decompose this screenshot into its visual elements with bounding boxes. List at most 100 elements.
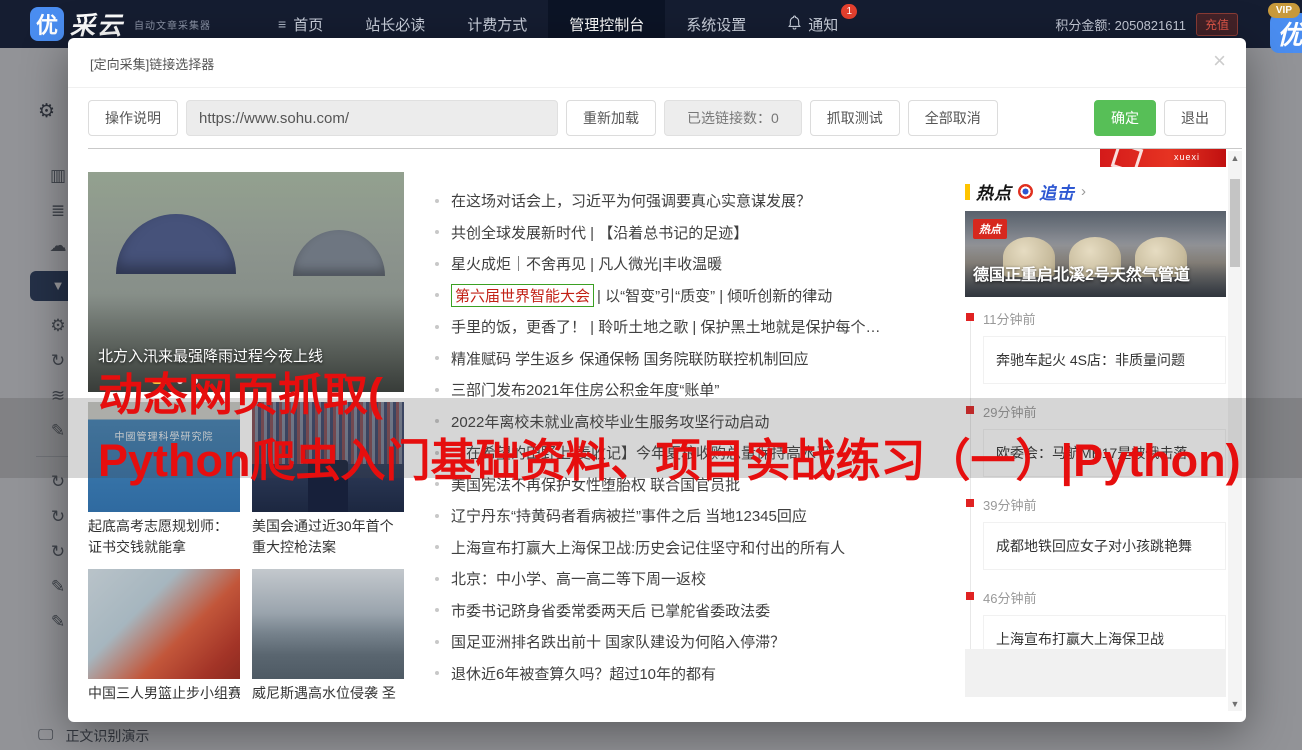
news-item-text: 精准赋码 学生返乡 保通保畅 国务院联防联控机制回应	[451, 350, 809, 368]
hot-header[interactable]: 热点 追击 ›	[965, 179, 1086, 204]
sidebar-footer	[965, 649, 1226, 697]
timeline-title[interactable]: 奔驰车起火 4S店：非质量问题	[983, 336, 1226, 384]
vip-logo-icon[interactable]: 优	[1270, 13, 1302, 53]
bullet-icon	[435, 419, 439, 424]
timeline-dot	[966, 592, 974, 600]
news-column: 在这场对话会上，习近平为何强调要真心实意谋发展？ 共创全球发展新时代 | 【沿着总…	[435, 149, 950, 689]
grab-test-button[interactable]: 抓取测试	[809, 100, 900, 136]
bullet-icon	[435, 482, 439, 487]
news-item-text: 共创全球发展新时代 | 【沿着总书记的足迹】	[451, 224, 749, 242]
news-item[interactable]: 退休近6年被查算久吗？超过10年的都有	[435, 658, 950, 690]
bullet-icon	[435, 387, 439, 392]
vip-badge: VIP	[1267, 3, 1300, 18]
modal-title: [定向采集]链接选择器	[68, 38, 1246, 88]
timeline-dot	[966, 499, 974, 507]
page-scrollbar[interactable]: ▲ ▼	[1228, 151, 1242, 711]
help-button[interactable]: 操作说明	[88, 100, 178, 136]
banner-text: xuexi	[1173, 152, 1200, 162]
yellow-bar	[965, 183, 970, 200]
news-item-text: 2022年离校未就业高校毕业生服务攻坚行动启动	[451, 413, 770, 431]
timeline-dot	[966, 406, 974, 414]
carousel-dot[interactable]	[177, 378, 183, 384]
news-item[interactable]: 在这场对话会上，习近平为何强调要真心实意谋发展？	[435, 185, 950, 217]
news-item[interactable]: 第六届世界智能大会 | 以“智变”引“质变” | 倾听创新的律动	[435, 280, 950, 312]
exit-button[interactable]: 退出	[1164, 100, 1226, 136]
news-item[interactable]: 三部门发布2021年住房公积金年度“账单”	[435, 374, 950, 406]
bullet-icon	[435, 261, 439, 266]
carousel-dot-active[interactable]	[152, 378, 168, 384]
promo-banner[interactable]: xuexi	[1100, 149, 1226, 167]
bullet-icon	[435, 671, 439, 676]
news-item[interactable]: 北京：中小学、高一高二等下周一返校	[435, 563, 950, 595]
news-item-text: 美国宪法不再保护女性堕胎权 联合国官员批	[451, 476, 741, 494]
timeline-time: 39分钟前	[983, 498, 1037, 513]
news-item-text: 【在希望的田野上·麦收记】今年夏粮收购总量保持高水平	[451, 445, 831, 463]
timeline-title[interactable]: 成都地铁回应女子对小孩跳艳舞	[983, 522, 1226, 570]
reload-button[interactable]: 重新加载	[566, 100, 656, 136]
timeline-time: 29分钟前	[983, 405, 1037, 420]
news-item[interactable]: 精准赋码 学生返乡 保通保畅 国务院联防联控机制回应	[435, 343, 950, 375]
scroll-down-icon[interactable]: ▼	[1228, 699, 1242, 709]
news-item-text: 辽宁丹东“持黄码者看病被拦”事件之后 当地12345回应	[451, 508, 807, 526]
news-item[interactable]: 上海宣布打赢大上海保卫战:历史会记住坚守和付出的所有人	[435, 532, 950, 564]
target-icon	[1018, 184, 1033, 199]
nav-right: 积分金额: 2050821611 充值	[1055, 12, 1238, 36]
timeline-title[interactable]: 欧委会：马航MH17是被俄击落	[983, 429, 1226, 477]
thumb-image-venice[interactable]	[252, 569, 404, 679]
close-icon[interactable]: ×	[1213, 50, 1226, 72]
thumb-image-biden[interactable]	[252, 402, 404, 512]
bullet-icon	[435, 293, 439, 298]
carousel-dot[interactable]	[192, 378, 198, 384]
news-item[interactable]: 辽宁丹东“持黄码者看病被拦”事件之后 当地12345回应	[435, 500, 950, 532]
recharge-button[interactable]: 充值	[1195, 12, 1238, 36]
cancel-all-button[interactable]: 全部取消	[907, 100, 998, 136]
timeline-entry: 39分钟前成都地铁回应女子对小孩跳艳舞	[965, 495, 1226, 570]
carousel-caption[interactable]: 北方入汛来最强降雨过程今夜上线	[88, 345, 404, 366]
app-logo-icon: 优	[30, 7, 64, 41]
thumb-row-1: 中國管理科學研究院	[88, 402, 404, 512]
selected-link[interactable]: 第六届世界智能大会	[451, 283, 595, 307]
hot-timeline: 11分钟前 奔驰车起火 4S店：非质量问题 29分钟前 欧委会：马航MH17是被俄击落…	[965, 309, 1226, 681]
thumb-caption[interactable]: 起底高考志愿规划师：证书交钱就能拿	[88, 516, 240, 558]
thumb-caption[interactable]: 中国三人男篮止步小组赛	[88, 683, 240, 704]
vip-corner[interactable]: 优 VIP	[1267, 3, 1302, 53]
news-item[interactable]: 美国宪法不再保护女性堕胎权 联合国官员批	[435, 469, 950, 501]
news-item-text: 退休近6年被查算久吗？超过10年的都有	[451, 665, 717, 683]
news-item-text: | 以“智变”引“质变” | 倾听创新的律动	[597, 287, 833, 305]
nav-item-label: 管理控制台	[569, 16, 645, 34]
sign-text: 中國管理科學研究院	[114, 432, 214, 443]
nav-item-label: 首页	[293, 16, 324, 34]
thumb-caption[interactable]: 威尼斯遇高水位侵袭 圣	[252, 683, 404, 704]
news-item[interactable]: 国足亚洲排名跌出前十 国家队建设为何陷入停滞？	[435, 626, 950, 658]
scroll-up-icon[interactable]: ▲	[1228, 153, 1242, 163]
news-item[interactable]: 手里的饭，更香了！ | 聆听土地之歌 | 保护黑土地就是保护每个…	[435, 311, 950, 343]
bullet-icon	[435, 324, 439, 329]
scrollbar-thumb[interactable]	[1230, 179, 1240, 267]
news-item[interactable]: 市委书记跻身省委常委两天后 已掌舵省委政法委	[435, 595, 950, 627]
banner-deco	[1110, 149, 1144, 167]
url-input[interactable]	[186, 100, 558, 136]
bullet-icon	[435, 639, 439, 644]
thumb-image-china-academy[interactable]: 中國管理科學研究院	[88, 402, 240, 512]
app-tagline: 自动文章采集器	[134, 20, 212, 32]
news-item[interactable]: 【在希望的田野上·麦收记】今年夏粮收购总量保持高水平	[435, 437, 950, 469]
chevron-right-icon[interactable]: ›	[1081, 183, 1086, 200]
hot-headline[interactable]: 德国正重启北溪2号天然气管道	[973, 261, 1190, 285]
modal-toolbar: 操作说明 重新加载 已选链接数：0 抓取测试 全部取消 确定 退出	[68, 88, 1246, 144]
umbrella-shape	[116, 214, 236, 274]
confirm-button[interactable]: 确定	[1094, 100, 1156, 136]
bullet-icon	[435, 356, 439, 361]
news-item[interactable]: 2022年离校未就业高校毕业生服务攻坚行动启动	[435, 406, 950, 438]
thumb-captions-2: 中国三人男篮止步小组赛 威尼斯遇高水位侵袭 圣	[88, 683, 404, 704]
podium-shape	[308, 460, 348, 512]
carousel-image-rain[interactable]: 北方入汛来最强降雨过程今夜上线	[88, 172, 404, 392]
embedded-page: xuexi ▲ ▼ 北方入汛来最强降雨过程今夜上线 中國管理科學研究院 起底高考…	[88, 148, 1242, 713]
thumb-image-basketball[interactable]	[88, 569, 240, 679]
news-item[interactable]: 星火成炬｜不舍再见 | 凡人微光|丰收温暖	[435, 248, 950, 280]
hot-story-card[interactable]: 热点 德国正重启北溪2号天然气管道	[965, 211, 1226, 297]
thumb-caption[interactable]: 美国会通过近30年首个重大控枪法案	[252, 516, 404, 558]
thumb-row-2	[88, 569, 404, 679]
news-item[interactable]: 共创全球发展新时代 | 【沿着总书记的足迹】	[435, 217, 950, 249]
points-balance: 积分金额: 2050821611	[1055, 17, 1186, 33]
carousel-dots[interactable]	[152, 378, 198, 384]
